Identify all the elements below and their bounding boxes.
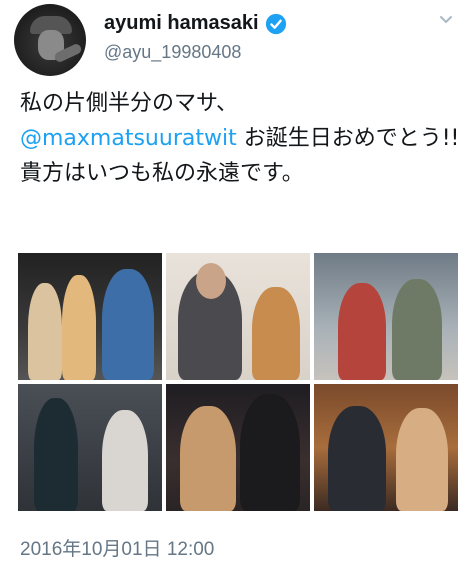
photo-2[interactable] bbox=[166, 253, 310, 380]
tweet-text-line1: 私の片側半分のマサ、 bbox=[20, 91, 239, 116]
mention-link[interactable]: @maxmatsuuratwit bbox=[20, 126, 237, 151]
tweet-timestamp[interactable]: 2016年10月01日 12:00 bbox=[20, 534, 214, 561]
photo-6[interactable] bbox=[314, 384, 458, 511]
user-handle[interactable]: @ayu_19980408 bbox=[104, 42, 241, 63]
photo-3[interactable] bbox=[314, 253, 458, 380]
photo-1[interactable] bbox=[18, 253, 162, 380]
author-row: ayumi hamasaki bbox=[104, 12, 287, 35]
photo-4[interactable] bbox=[18, 384, 162, 511]
profile-avatar[interactable] bbox=[14, 4, 86, 76]
chevron-down-icon[interactable] bbox=[438, 12, 454, 28]
photo-grid bbox=[18, 253, 458, 511]
display-name[interactable]: ayumi hamasaki bbox=[104, 12, 259, 35]
verified-badge-icon bbox=[265, 13, 286, 34]
photo-5[interactable] bbox=[166, 384, 310, 511]
tweet-text: 私の片側半分のマサ、 @maxmatsuuratwit お誕生日おめでとう!! … bbox=[20, 86, 460, 191]
